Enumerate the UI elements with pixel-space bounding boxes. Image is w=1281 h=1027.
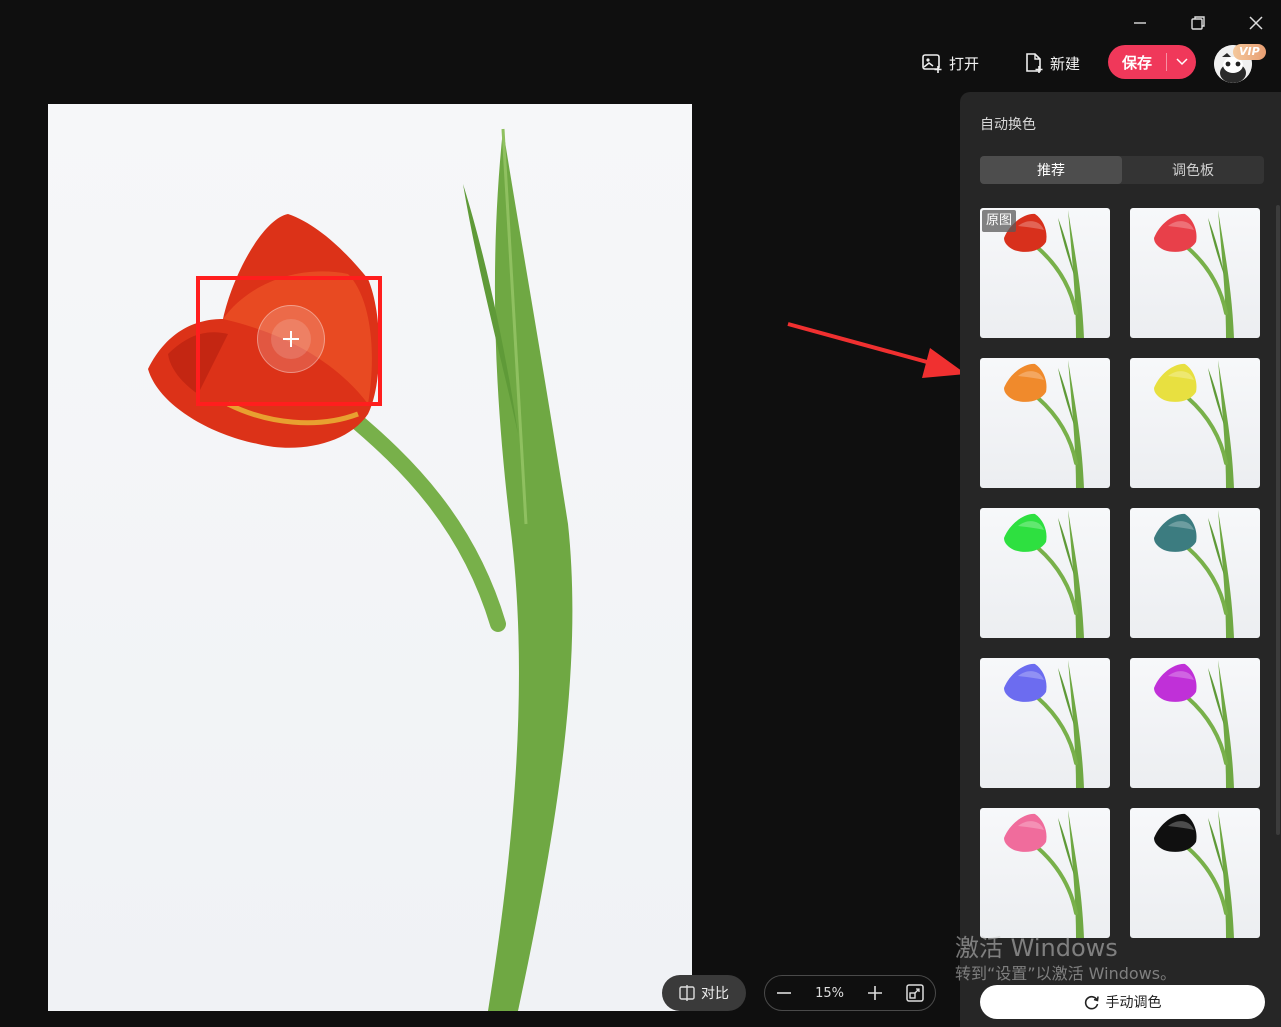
restore-button[interactable] (1186, 12, 1210, 34)
activation-watermark-text: 转到“设置”以激活 Windows。 (955, 964, 1177, 983)
save-label: 保存 (1121, 53, 1152, 72)
annotation-arrow (787, 322, 966, 378)
fit-screen-icon (905, 984, 924, 1002)
minus-icon (777, 992, 792, 994)
tab-palette[interactable]: 调色板 (1122, 156, 1264, 184)
tulip-thumbnail-image (1154, 510, 1234, 638)
save-button[interactable]: 保存 (1108, 45, 1196, 79)
tulip-thumbnail-image (1154, 360, 1234, 488)
color-picker-handle[interactable] (257, 305, 325, 373)
tulip-thumbnail-image (1004, 360, 1084, 488)
tulip-thumbnail-image (1004, 660, 1084, 788)
restore-icon (1191, 16, 1205, 30)
zoom-bar: 15% (764, 975, 936, 1011)
original-label: 原图 (982, 210, 1017, 232)
tulip-thumbnail-image (1154, 810, 1234, 938)
close-icon (1249, 16, 1263, 30)
compare-label: 对比 (701, 986, 729, 1002)
open-label: 打开 (949, 54, 980, 73)
tulip-thumbnail-image (1004, 510, 1084, 638)
open-button[interactable]: 打开 (921, 50, 979, 76)
refresh-icon (1084, 995, 1099, 1010)
new-button[interactable]: 新建 (1024, 50, 1080, 76)
save-dropdown-button[interactable] (1167, 58, 1196, 66)
tulip-image (148, 128, 573, 1011)
activation-watermark-title: 激活 Windows (955, 934, 1118, 962)
recolor-thumbnail[interactable] (1130, 508, 1260, 638)
zoom-level: 15% (815, 985, 845, 1001)
close-button[interactable] (1244, 12, 1268, 34)
fit-screen-button[interactable] (905, 984, 924, 1002)
new-file-icon (1026, 53, 1043, 73)
recolor-thumbnail[interactable] (1130, 208, 1260, 338)
auto-recolor-panel: 自动换色 推荐 调色板 原图 (960, 92, 1281, 1027)
zoom-in-button[interactable] (867, 985, 883, 1001)
manual-color-button[interactable]: 手动调色 (980, 985, 1265, 1019)
compare-icon (679, 985, 695, 1001)
recolor-thumbnail[interactable] (1130, 358, 1260, 488)
tulip-thumbnail-image (1154, 660, 1234, 788)
open-image-icon (922, 54, 942, 73)
image-canvas[interactable] (48, 104, 692, 1011)
minimize-icon (1134, 22, 1146, 24)
new-label: 新建 (1050, 54, 1081, 73)
minimize-button[interactable] (1128, 12, 1152, 34)
recolor-thumbnail[interactable] (980, 508, 1110, 638)
picker-inner (271, 319, 311, 359)
recolor-thumbnail[interactable]: 原图 (980, 208, 1110, 338)
recolor-thumbnail[interactable] (1130, 658, 1260, 788)
tulip-thumbnail-image (1004, 810, 1084, 938)
recolor-thumbnail[interactable] (980, 808, 1110, 938)
plus-icon (283, 331, 299, 347)
compare-button[interactable]: 对比 (662, 975, 746, 1011)
vip-badge: VIP (1233, 44, 1266, 60)
tab-recommended[interactable]: 推荐 (980, 156, 1122, 184)
plus-icon (867, 986, 882, 1000)
zoom-out-button[interactable] (776, 985, 792, 1001)
panel-scrollbar[interactable] (1276, 205, 1280, 835)
manual-color-label: 手动调色 (1105, 995, 1162, 1011)
panel-tabs: 推荐 调色板 (980, 156, 1264, 184)
recolor-thumbnail[interactable] (980, 658, 1110, 788)
recolor-thumbnail[interactable] (1130, 808, 1260, 938)
tulip-thumbnail-image (1154, 210, 1234, 338)
chevron-down-icon (1175, 58, 1188, 66)
panel-title: 自动换色 (980, 117, 1036, 133)
recolor-thumbnail[interactable] (980, 358, 1110, 488)
